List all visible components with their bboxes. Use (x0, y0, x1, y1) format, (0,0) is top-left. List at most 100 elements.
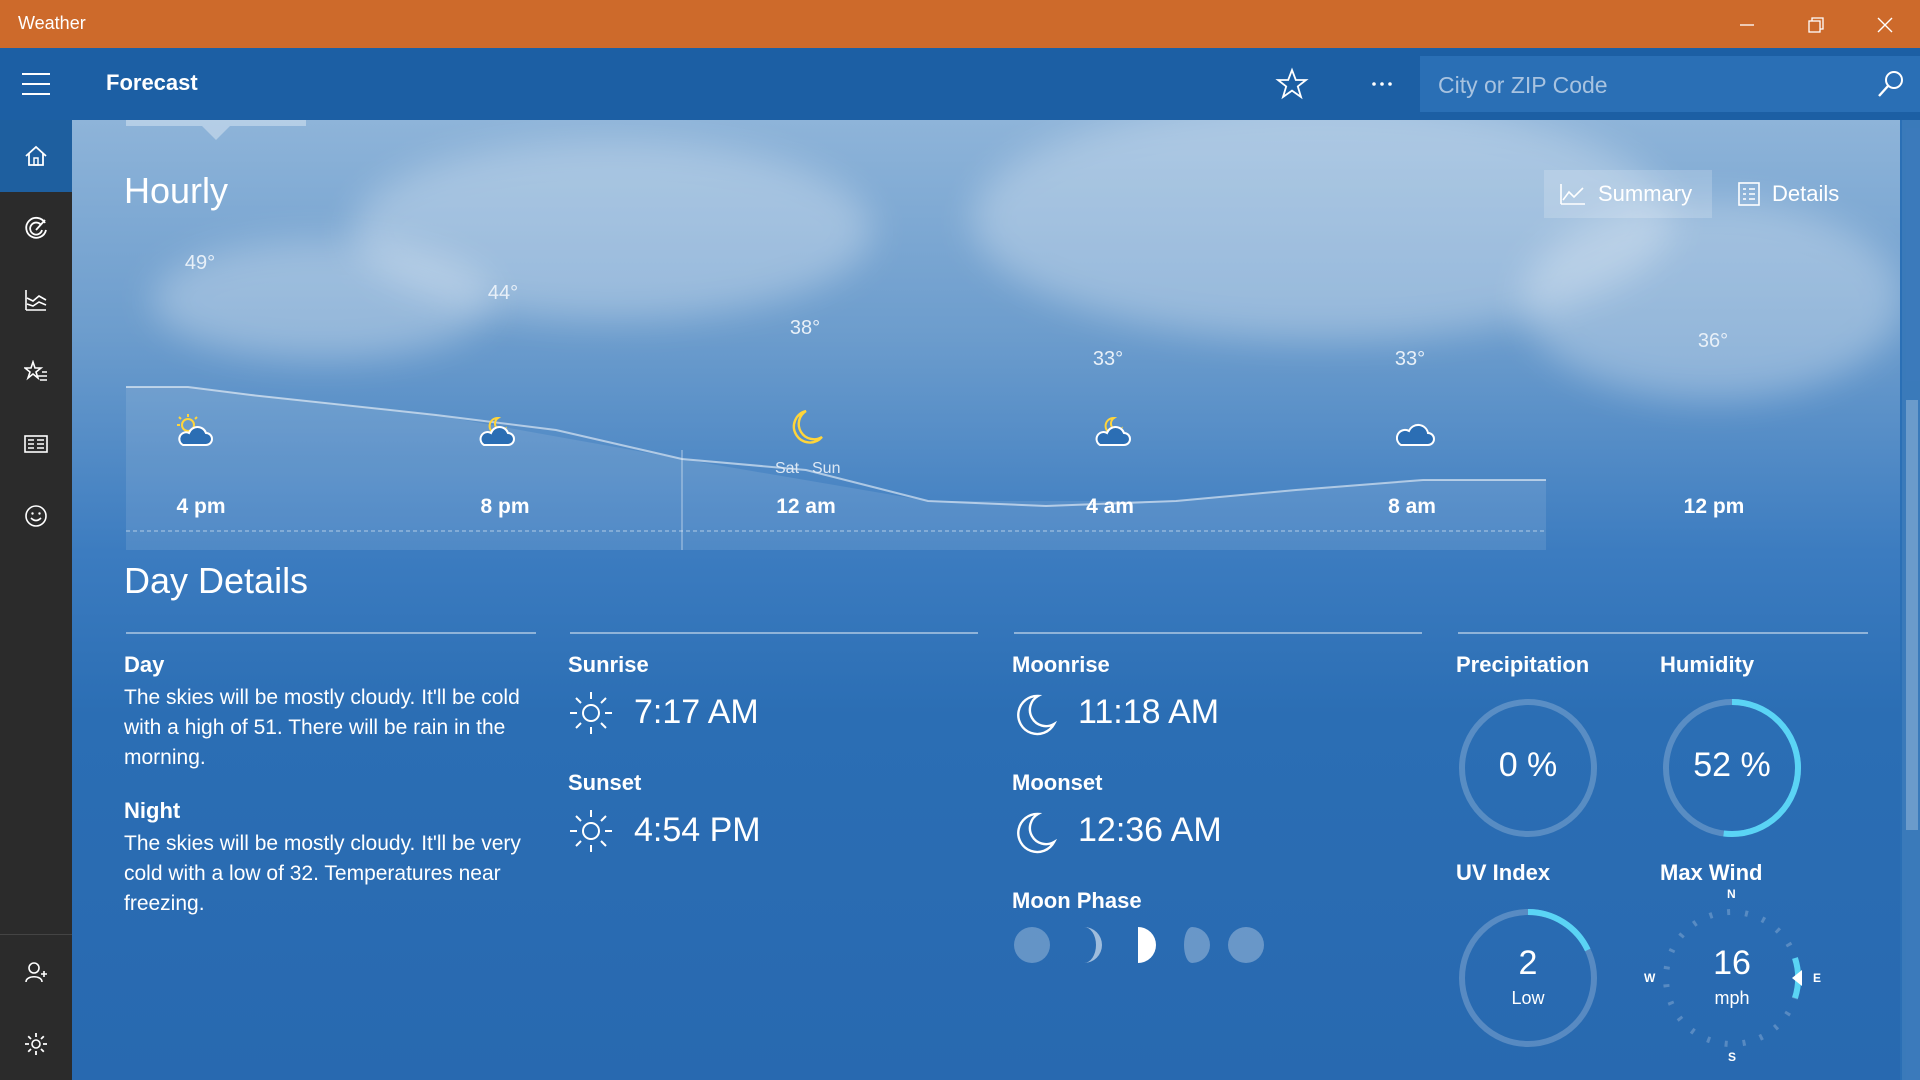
column-divider (1458, 632, 1868, 634)
moon-phase-new (1014, 927, 1050, 963)
chart-icon (25, 290, 47, 311)
sidebar-item-places[interactable] (0, 336, 72, 408)
list-icon (1738, 182, 1760, 206)
humidity-value: 52 % (1693, 746, 1771, 784)
uv-index-value: 2 (1518, 944, 1538, 982)
precipitation-gauge: 0 % (1458, 698, 1598, 838)
star-list-icon (24, 360, 47, 381)
sidebar-item-maps[interactable] (0, 192, 72, 264)
hamburger-icon (22, 73, 50, 95)
wind-compass: 16 mph (1662, 908, 1802, 1048)
uv-index-label: UV Index (1456, 860, 1551, 885)
search-box (1420, 56, 1920, 114)
add-user-icon (25, 962, 47, 983)
favorite-button[interactable] (1272, 64, 1312, 104)
vertical-scrollbar[interactable] (1902, 120, 1920, 1080)
radar-icon (25, 216, 47, 239)
search-input[interactable] (1420, 56, 1860, 114)
sidebar-item-historical[interactable] (0, 264, 72, 336)
close-icon (1877, 17, 1893, 33)
restore-icon (1808, 17, 1824, 33)
column-divider (126, 632, 536, 634)
compass-east: E (1813, 971, 1822, 985)
sidebar-item-home[interactable] (0, 120, 72, 192)
more-icon (1372, 82, 1392, 86)
restore-button[interactable] (1781, 0, 1850, 48)
day-label-before: Sat (775, 460, 800, 477)
tab-caret (202, 126, 230, 140)
main-content: Hourly Summary Details 49° 44° 38° 33° 3… (72, 120, 1900, 1080)
minimize-button[interactable] (1712, 0, 1781, 48)
close-button[interactable] (1850, 0, 1919, 48)
night-label: Night (124, 798, 181, 823)
moon-phase-label: Moon Phase (1012, 888, 1142, 913)
gear-icon (25, 1033, 47, 1055)
page-title: Forecast (106, 70, 198, 95)
night-summary: The skies will be mostly cloudy. It'll b… (124, 832, 521, 915)
app-bar: Forecast (72, 48, 1920, 120)
sunrise-icon (570, 692, 612, 734)
hourly-title: Hourly (124, 170, 229, 211)
day-label-after: Sun (812, 460, 841, 477)
clear-night-icon (792, 409, 823, 444)
moon-phase-waxing-crescent (1084, 927, 1102, 963)
day-label: Day (124, 652, 165, 677)
partly-cloudy-night-icon (479, 416, 515, 446)
moonset-time: 12:36 AM (1078, 811, 1222, 849)
line-chart-icon (1560, 184, 1585, 205)
temp-label: 49° (184, 252, 216, 274)
day-details-title: Day Details (124, 560, 309, 601)
moon-phase-strip (1014, 927, 1264, 963)
moonrise-label: Moonrise (1012, 652, 1110, 677)
sidebar-item-account[interactable] (0, 936, 72, 1008)
title-bar: Weather (0, 0, 1920, 48)
search-icon (1878, 71, 1903, 97)
sidebar-item-settings[interactable] (0, 1008, 72, 1080)
column-divider (570, 632, 978, 634)
sidebar-item-news[interactable] (0, 408, 72, 480)
home-icon (25, 145, 47, 166)
time-label: 8 am (1388, 495, 1436, 518)
summary-toggle[interactable]: Summary (1544, 170, 1712, 218)
time-label: 12 pm (1683, 495, 1745, 518)
sunset-label: Sunset (568, 770, 642, 795)
time-label: 4 am (1086, 495, 1134, 518)
compass-north: N (1727, 887, 1736, 901)
nav-sidebar (0, 48, 72, 1080)
temp-label: 36° (1697, 330, 1729, 352)
scrollbar-thumb[interactable] (1906, 400, 1918, 830)
compass-west: W (1644, 971, 1656, 985)
details-label: Details (1772, 181, 1840, 206)
news-icon (24, 435, 48, 453)
smiley-icon (25, 505, 47, 527)
star-icon (1275, 67, 1309, 100)
more-options-button[interactable] (1362, 64, 1402, 104)
sidebar-divider (0, 934, 72, 935)
search-button[interactable] (1862, 56, 1920, 112)
moonrise-icon (1017, 694, 1058, 736)
moonrise-time: 11:18 AM (1078, 693, 1220, 731)
humidity-gauge: 52 % (1662, 698, 1802, 838)
sidebar-item-feedback[interactable] (0, 480, 72, 552)
details-toggle[interactable]: Details (1722, 170, 1872, 218)
sunrise-label: Sunrise (568, 652, 649, 677)
window-title: Weather (18, 13, 86, 33)
temp-label: 38° (789, 317, 821, 339)
hamburger-button[interactable] (0, 48, 72, 120)
max-wind-label: Max Wind (1660, 860, 1763, 885)
sunset-icon (570, 810, 612, 852)
moonset-icon (1017, 812, 1058, 854)
moon-phase-waxing-gibbous (1184, 927, 1210, 963)
partly-sunny-icon (177, 414, 213, 446)
cloudy-icon (1396, 423, 1435, 446)
sunset-time: 4:54 PM (634, 811, 761, 849)
column-divider (1014, 632, 1422, 634)
precipitation-label: Precipitation (1456, 652, 1590, 677)
sunrise-time: 7:17 AM (634, 693, 759, 731)
wind-speed-value: 16 (1713, 944, 1751, 982)
minimize-icon (1740, 24, 1754, 26)
hourly-temperature-chart (126, 386, 1546, 550)
moon-phase-first-quarter (1138, 927, 1156, 963)
partly-cloudy-night-icon (1095, 416, 1131, 446)
precipitation-value: 0 % (1498, 746, 1558, 784)
